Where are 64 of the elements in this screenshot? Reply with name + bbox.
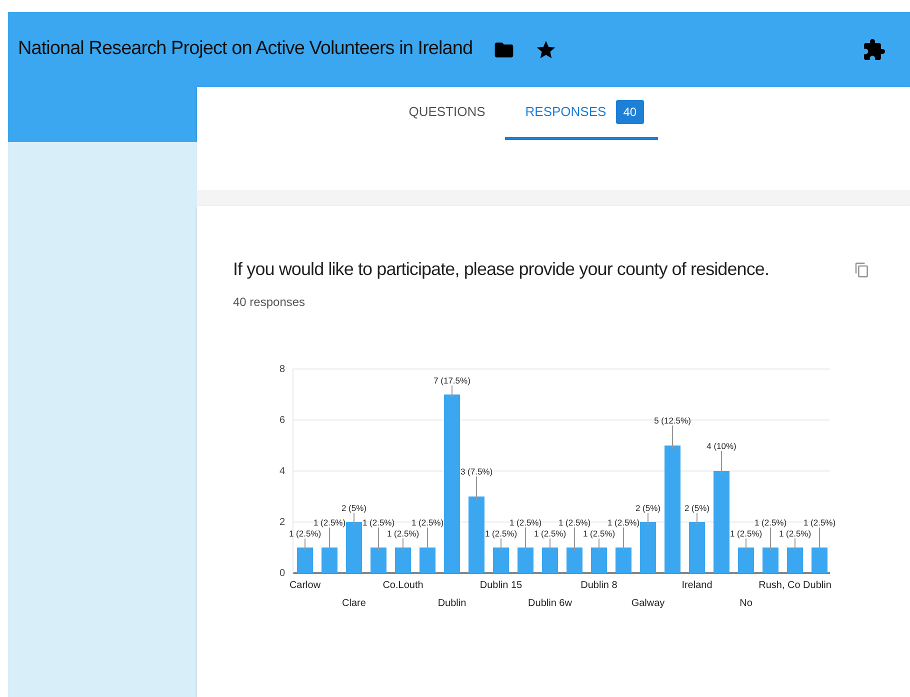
y-tick-label: 4 [279,466,285,477]
star-icon[interactable] [534,38,557,60]
bar [591,548,607,573]
category-label: Ireland [682,580,712,591]
bar [322,548,338,573]
category-label: Clare [342,598,366,609]
data-label: 1 (2.5%) [778,528,812,538]
response-count: 40 responses [233,294,306,311]
y-tick-label: 0 [279,568,285,579]
category-label: Co.Louth [382,580,424,591]
data-label: 1 (2.5%) [386,528,420,538]
data-label: 1 (2.5%) [558,518,591,528]
category-label: Dublin 15 [480,580,522,591]
data-label: 1 (2.5%) [534,528,566,538]
category-label: Dublin 8 [580,580,618,591]
bar [689,522,705,573]
bar [542,548,558,573]
puzzle-icon[interactable] [862,38,886,62]
y-tick-label: 2 [279,517,285,528]
form-title: National Research Project on Active Volunteers in Ireland [18,37,473,62]
bar [812,548,828,573]
data-label: 1 (2.5%) [411,518,444,528]
category-label: Carlow [289,580,321,591]
bar [640,522,656,573]
tab[interactable]: QUESTIONS [388,87,506,140]
data-label: 7 (17.5%) [434,376,470,386]
y-tick-label: 6 [279,415,285,426]
data-label: 5 (12.5%) [654,416,691,426]
data-label: 1 (2.5%) [754,518,787,528]
count-badge: 40 [616,100,644,124]
data-label: 2 (5%) [635,503,661,513]
data-label: 3 (7.5%) [460,466,493,476]
category-label: Dublin [438,598,466,609]
data-label: 1 (2.5%) [313,518,346,528]
data-label: 1 (2.5%) [582,528,616,538]
bar [616,548,632,573]
category-label: Rush, Co Dublin [758,580,832,591]
bar [762,548,778,573]
data-label: 1 (2.5%) [730,528,762,538]
category-label: Galway [631,598,665,609]
y-tick-label: 8 [279,364,285,375]
bar [395,548,411,573]
data-label: 1 (2.5%) [484,528,518,538]
data-label: 1 (2.5%) [288,528,322,538]
bar [493,548,509,573]
data-label: 2 (5%) [341,503,367,513]
bar [297,548,313,573]
data-label: 4 (10%) [706,441,736,451]
copy-icon[interactable] [854,262,870,278]
bar [518,548,534,573]
question-title: If you would like to participate, please provide your county of residence. [233,258,770,281]
bar [346,522,362,573]
bar [370,548,386,573]
bar [738,548,754,573]
data-label: 1 (2.5%) [509,518,542,528]
data-label: 2 (5%) [684,503,710,513]
category-label: Dublin 6w [528,598,572,609]
bar [420,548,436,573]
data-label: 1 (2.5%) [362,518,395,528]
bar [566,548,582,573]
category-label: No [740,598,752,609]
data-label: 1 (2.5%) [607,518,640,528]
data-label: 1 (2.5%) [803,518,836,528]
bar [787,548,803,573]
